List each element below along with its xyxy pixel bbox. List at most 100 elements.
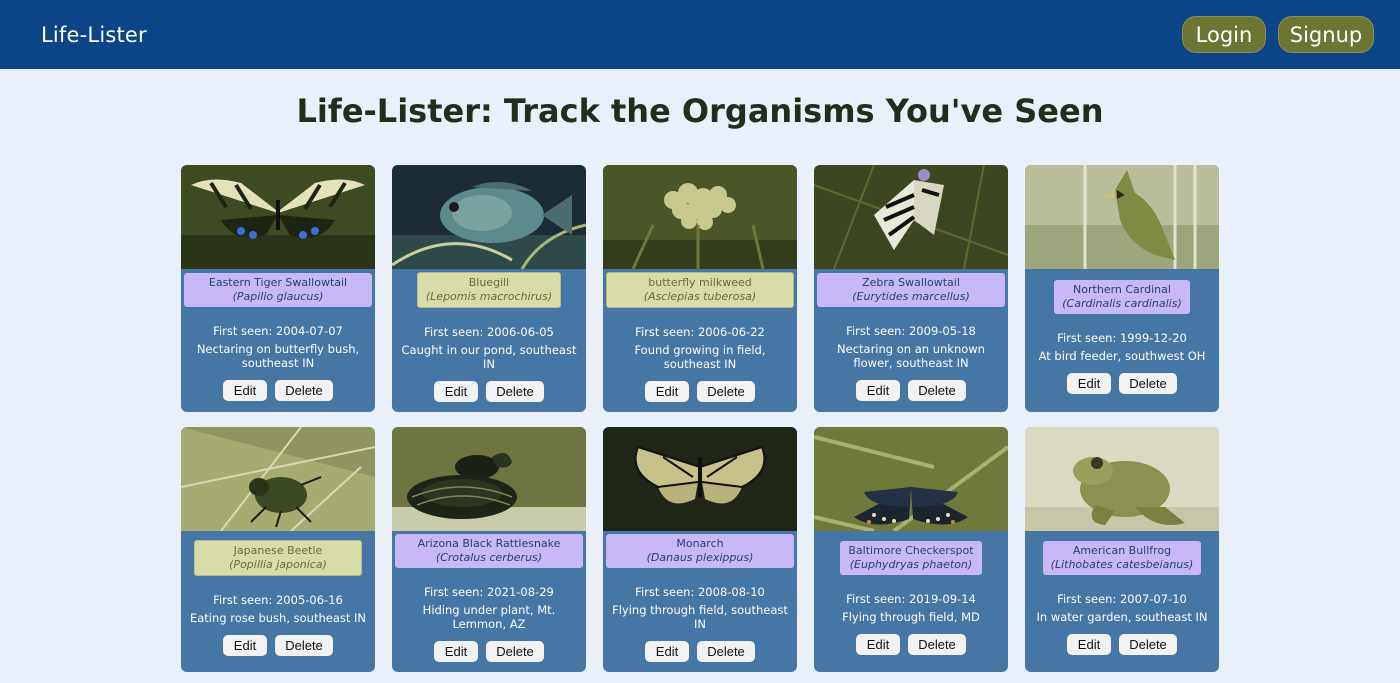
delete-button[interactable]: Delete [275, 379, 333, 401]
delete-button[interactable]: Delete [486, 380, 544, 402]
organism-card: Northern Cardinal (Cardinalis cardinalis… [1025, 165, 1219, 412]
scientific-name: (Lepomis macrochirus) [425, 289, 553, 303]
delete-button[interactable]: Delete [1119, 633, 1177, 655]
first-seen-date: First seen: 2008-08-10 [635, 584, 765, 599]
navbar: Life-Lister Login Signup [0, 0, 1400, 69]
scientific-name: (Crotalus cerberus) [435, 550, 543, 564]
zebra-swallowtail-photo [814, 165, 1008, 269]
common-name: butterfly milkweed [648, 275, 752, 289]
organism-name-label: Arizona Black Rattlesnake (Crotalus cerb… [395, 533, 583, 568]
sighting-note: At bird feeder, southwest OH [1038, 348, 1206, 363]
first-seen-date: First seen: 2006-06-22 [635, 324, 765, 339]
organism-card: Arizona Black Rattlesnake (Crotalus cerb… [392, 427, 586, 672]
common-name: American Bullfrog [1072, 543, 1172, 557]
organism-card: Monarch (Danaus plexippus) First seen: 2… [603, 427, 797, 672]
card-body: Monarch (Danaus plexippus) First seen: 2… [603, 531, 797, 672]
organism-name-label: Zebra Swallowtail (Eurytides marcellus) [817, 272, 1005, 307]
sighting-note: Caught in our pond, southeast IN [401, 342, 577, 371]
organism-name-label: Baltimore Checkerspot (Euphydryas phaeto… [840, 540, 982, 575]
cardinal-photo [1025, 165, 1219, 269]
edit-button[interactable]: Edit [434, 380, 478, 402]
first-seen-date: First seen: 2021-08-29 [424, 584, 554, 599]
first-seen-date: First seen: 2007-07-10 [1057, 591, 1187, 606]
card-body: butterfly milkweed (Asclepias tuberosa) … [603, 269, 797, 412]
organism-card: American Bullfrog (Lithobates catesbeian… [1025, 427, 1219, 672]
edit-button[interactable]: Edit [856, 379, 900, 401]
organism-card: Zebra Swallowtail (Eurytides marcellus) … [814, 165, 1008, 412]
organism-name-label: American Bullfrog (Lithobates catesbeian… [1042, 540, 1202, 575]
edit-button[interactable]: Edit [223, 379, 267, 401]
common-name: Japanese Beetle [233, 543, 323, 557]
signup-button[interactable]: Signup [1278, 16, 1374, 53]
common-name: Eastern Tiger Swallowtail [208, 275, 348, 289]
organism-grid: Eastern Tiger Swallowtail (Papilio glauc… [181, 165, 1219, 672]
card-body: Eastern Tiger Swallowtail (Papilio glauc… [181, 269, 375, 412]
japanese-beetle-photo [181, 427, 375, 531]
organism-card: Eastern Tiger Swallowtail (Papilio glauc… [181, 165, 375, 412]
milkweed-photo [603, 165, 797, 269]
common-name: Baltimore Checkerspot [848, 543, 974, 557]
delete-button[interactable]: Delete [486, 640, 544, 662]
first-seen-date: First seen: 1999-12-20 [1057, 330, 1187, 345]
sighting-note: Hiding under plant, Mt. Lemmon, AZ [422, 602, 556, 631]
common-name: Northern Cardinal [1073, 282, 1171, 296]
card-body: Baltimore Checkerspot (Euphydryas phaeto… [814, 531, 1008, 672]
first-seen-date: First seen: 2004-07-07 [213, 323, 343, 338]
organism-card: butterfly milkweed (Asclepias tuberosa) … [603, 165, 797, 412]
organism-name-label: Northern Cardinal (Cardinalis cardinalis… [1054, 279, 1190, 314]
organism-name-label: Japanese Beetle (Popillia japonica) [194, 539, 362, 576]
organism-card: Japanese Beetle (Popillia japonica) Firs… [181, 427, 375, 672]
edit-button[interactable]: Edit [645, 640, 689, 662]
nav-buttons: Login Signup [1182, 16, 1374, 53]
brand-link[interactable]: Life-Lister [41, 23, 147, 47]
sighting-note: Nectaring on butterfly bush, southeast I… [196, 341, 360, 370]
sighting-note: Flying through field, MD [842, 609, 980, 624]
sighting-note: Nectaring on an unknown flower, southeas… [837, 341, 985, 370]
login-button[interactable]: Login [1182, 16, 1266, 53]
edit-button[interactable]: Edit [645, 380, 689, 402]
organism-name-label: Bluegill (Lepomis macrochirus) [416, 271, 562, 308]
delete-button[interactable]: Delete [697, 640, 755, 662]
organism-card: Bluegill (Lepomis macrochirus) First see… [392, 165, 586, 412]
first-seen-date: First seen: 2005-06-16 [213, 592, 343, 607]
card-body: Northern Cardinal (Cardinalis cardinalis… [1025, 269, 1219, 412]
first-seen-date: First seen: 2009-05-18 [846, 323, 976, 338]
scientific-name: (Asclepias tuberosa) [643, 289, 757, 303]
scientific-name: (Eurytides marcellus) [852, 289, 970, 303]
monarch-photo [603, 427, 797, 531]
common-name: Arizona Black Rattlesnake [417, 536, 561, 550]
bullfrog-photo [1025, 427, 1219, 531]
delete-button[interactable]: Delete [908, 379, 966, 401]
card-body: Bluegill (Lepomis macrochirus) First see… [392, 269, 586, 412]
edit-button[interactable]: Edit [856, 633, 900, 655]
edit-button[interactable]: Edit [1067, 633, 1111, 655]
common-name: Zebra Swallowtail [862, 275, 960, 289]
scientific-name: (Papilio glaucus) [232, 289, 324, 303]
delete-button[interactable]: Delete [908, 633, 966, 655]
first-seen-date: First seen: 2006-06-05 [424, 324, 554, 339]
bluegill-photo [392, 165, 586, 269]
sighting-note: Flying through field, southeast IN [612, 602, 788, 631]
card-body: Zebra Swallowtail (Eurytides marcellus) … [814, 269, 1008, 412]
page-title: Life-Lister: Track the Organisms You've … [296, 92, 1104, 130]
edit-button[interactable]: Edit [223, 634, 267, 656]
common-name: Monarch [676, 536, 724, 550]
card-body: American Bullfrog (Lithobates catesbeian… [1025, 531, 1219, 672]
common-name: Bluegill [468, 275, 510, 289]
delete-button[interactable]: Delete [1119, 372, 1177, 394]
checkerspot-photo [814, 427, 1008, 531]
scientific-name: (Cardinalis cardinalis) [1062, 296, 1182, 310]
organism-card: Baltimore Checkerspot (Euphydryas phaeto… [814, 427, 1008, 672]
card-body: Arizona Black Rattlesnake (Crotalus cerb… [392, 531, 586, 672]
scientific-name: (Euphydryas phaeton) [849, 557, 973, 571]
edit-button[interactable]: Edit [434, 640, 478, 662]
delete-button[interactable]: Delete [697, 380, 755, 402]
sighting-note: In water garden, southeast IN [1036, 609, 1208, 624]
organism-name-label: butterfly milkweed (Asclepias tuberosa) [606, 271, 794, 308]
swallowtail-photo [181, 165, 375, 269]
scientific-name: (Lithobates catesbeianus) [1050, 557, 1194, 571]
sighting-note: Eating rose bush, southeast IN [189, 610, 367, 625]
edit-button[interactable]: Edit [1067, 372, 1111, 394]
rattlesnake-photo [392, 427, 586, 531]
delete-button[interactable]: Delete [275, 634, 333, 656]
